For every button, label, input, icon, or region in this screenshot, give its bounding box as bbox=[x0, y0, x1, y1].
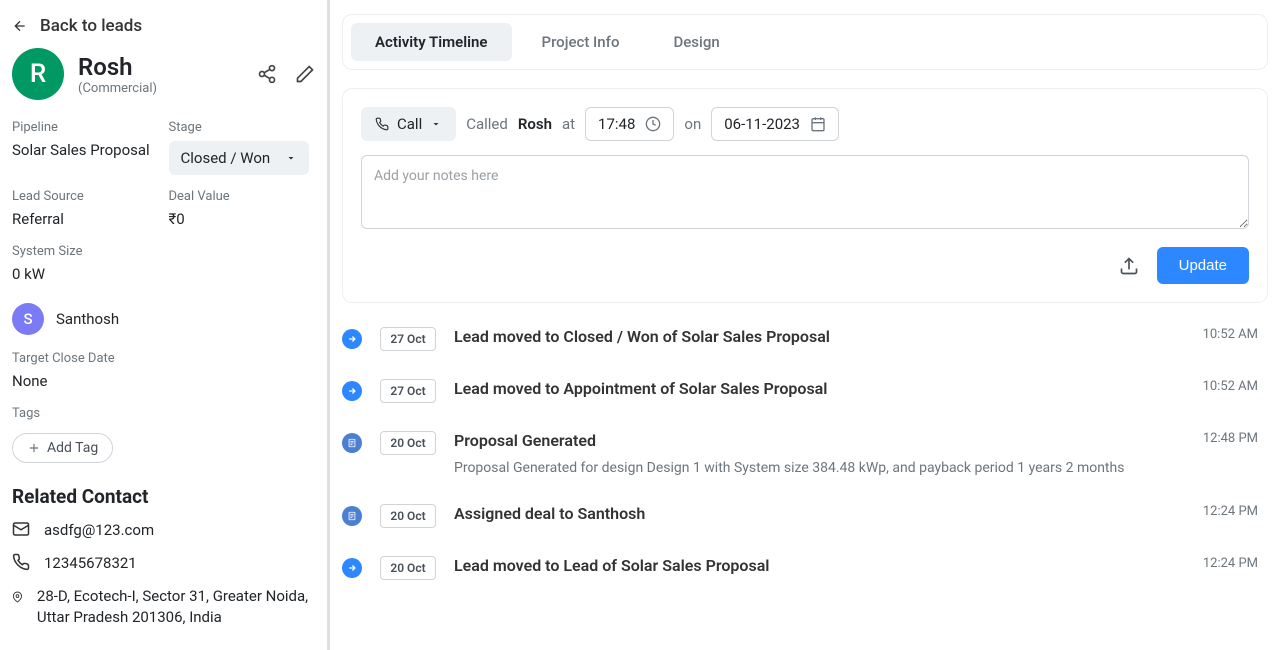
called-who: Rosh bbox=[518, 115, 552, 133]
timeline-time: 12:24 PM bbox=[1203, 504, 1258, 519]
owner-avatar: S bbox=[12, 303, 44, 335]
tab-activity-timeline[interactable]: Activity Timeline bbox=[351, 23, 512, 61]
pipeline-value: Solar Sales Proposal bbox=[12, 141, 159, 159]
share-button[interactable] bbox=[257, 64, 277, 84]
on-label: on bbox=[684, 115, 701, 133]
target-close-value: None bbox=[12, 372, 315, 390]
tab-design[interactable]: Design bbox=[649, 23, 743, 61]
tags-label: Tags bbox=[12, 406, 315, 421]
timeline-time: 10:52 AM bbox=[1203, 327, 1258, 342]
document-icon bbox=[342, 506, 362, 526]
stage-value: Closed / Won bbox=[181, 149, 271, 167]
lead-header: R Rosh (Commercial) bbox=[12, 48, 157, 100]
add-tag-button[interactable]: Add Tag bbox=[12, 433, 113, 463]
mail-icon bbox=[12, 520, 30, 538]
lead-name: Rosh bbox=[78, 53, 157, 81]
tab-project-info[interactable]: Project Info bbox=[518, 23, 644, 61]
activity-composer: Call Called Rosh at 17:48 on 06-11-2023 … bbox=[342, 88, 1268, 303]
timeline-item: 20 Oct Assigned deal to Santhosh 12:24 P… bbox=[342, 490, 1268, 542]
notes-textarea[interactable] bbox=[361, 155, 1249, 229]
system-size-value: 0 kW bbox=[12, 265, 315, 283]
activity-type-value: Call bbox=[397, 115, 422, 133]
map-pin-icon bbox=[12, 588, 23, 606]
lead-avatar: R bbox=[12, 48, 64, 100]
tabs: Activity Timeline Project Info Design bbox=[342, 14, 1268, 70]
timeline-date: 20 Oct bbox=[380, 431, 436, 455]
timeline-date: 20 Oct bbox=[380, 504, 436, 528]
edit-button[interactable] bbox=[295, 64, 315, 84]
upload-button[interactable] bbox=[1119, 256, 1139, 276]
stage-label: Stage bbox=[169, 120, 316, 135]
timeline-item: 20 Oct Proposal Generated Proposal Gener… bbox=[342, 417, 1268, 490]
calendar-icon bbox=[810, 116, 826, 132]
timeline-item: 27 Oct Lead moved to Appointment of Sola… bbox=[342, 365, 1268, 417]
pencil-icon bbox=[295, 64, 315, 84]
time-input[interactable]: 17:48 bbox=[585, 107, 674, 141]
activity-type-select[interactable]: Call bbox=[361, 107, 456, 141]
timeline-title: Lead moved to Appointment of Solar Sales… bbox=[454, 379, 1185, 398]
arrow-right-icon bbox=[342, 558, 362, 578]
timeline-title: Proposal Generated bbox=[454, 431, 1185, 450]
timeline-title: Assigned deal to Santhosh bbox=[454, 504, 1185, 523]
phone-icon bbox=[12, 553, 30, 571]
share-icon bbox=[257, 64, 277, 84]
back-to-leads[interactable]: Back to leads bbox=[12, 16, 315, 36]
document-icon bbox=[342, 433, 362, 453]
target-close-label: Target Close Date bbox=[12, 351, 315, 366]
timeline-subtitle: Proposal Generated for design Design 1 w… bbox=[454, 460, 1185, 476]
timeline-title: Lead moved to Closed / Won of Solar Sale… bbox=[454, 327, 1185, 346]
timeline-item: 27 Oct Lead moved to Closed / Won of Sol… bbox=[342, 313, 1268, 365]
date-value: 06-11-2023 bbox=[724, 115, 800, 133]
related-contact-heading: Related Contact bbox=[12, 485, 315, 508]
chevron-down-icon bbox=[285, 152, 297, 164]
update-button[interactable]: Update bbox=[1157, 247, 1249, 284]
deal-value: ₹0 bbox=[169, 210, 316, 228]
phone-icon bbox=[375, 117, 389, 131]
pipeline-label: Pipeline bbox=[12, 120, 159, 135]
timeline-title: Lead moved to Lead of Solar Sales Propos… bbox=[454, 556, 1185, 575]
clock-icon bbox=[645, 116, 661, 132]
main-content: Activity Timeline Project Info Design Ca… bbox=[330, 0, 1280, 650]
lead-source-label: Lead Source bbox=[12, 189, 159, 204]
upload-icon bbox=[1119, 256, 1139, 276]
contact-phone-row[interactable]: 12345678321 bbox=[12, 553, 315, 574]
owner-name: Santhosh bbox=[56, 310, 119, 328]
timeline-time: 12:24 PM bbox=[1203, 556, 1258, 571]
timeline-time: 12:48 PM bbox=[1203, 431, 1258, 446]
contact-email: asdfg@123.com bbox=[44, 520, 154, 541]
contact-email-row[interactable]: asdfg@123.com bbox=[12, 520, 315, 541]
stage-select[interactable]: Closed / Won bbox=[169, 141, 309, 175]
time-value: 17:48 bbox=[598, 115, 635, 133]
arrow-right-icon bbox=[342, 381, 362, 401]
contact-phone: 12345678321 bbox=[44, 553, 137, 574]
lead-sidebar: Back to leads R Rosh (Commercial) Pipeli… bbox=[0, 0, 330, 650]
at-label: at bbox=[562, 115, 575, 133]
arrow-left-icon bbox=[12, 18, 28, 34]
arrow-right-icon bbox=[342, 329, 362, 349]
back-label: Back to leads bbox=[40, 16, 142, 36]
timeline: 27 Oct Lead moved to Closed / Won of Sol… bbox=[342, 313, 1268, 594]
system-size-label: System Size bbox=[12, 244, 315, 259]
timeline-date: 27 Oct bbox=[380, 327, 436, 351]
timeline-time: 10:52 AM bbox=[1203, 379, 1258, 394]
called-label: Called bbox=[466, 115, 508, 133]
timeline-date: 27 Oct bbox=[380, 379, 436, 403]
contact-address: 28-D, Ecotech-I, Sector 31, Greater Noid… bbox=[37, 586, 315, 628]
add-tag-label: Add Tag bbox=[47, 440, 98, 456]
contact-address-row: 28-D, Ecotech-I, Sector 31, Greater Noid… bbox=[12, 586, 315, 628]
deal-value-label: Deal Value bbox=[169, 189, 316, 204]
plus-icon bbox=[27, 441, 41, 455]
chevron-down-icon bbox=[430, 118, 442, 130]
owner-row[interactable]: S Santhosh bbox=[12, 303, 315, 335]
lead-source-value: Referral bbox=[12, 210, 159, 228]
timeline-date: 20 Oct bbox=[380, 556, 436, 580]
timeline-item: 20 Oct Lead moved to Lead of Solar Sales… bbox=[342, 542, 1268, 594]
lead-type: (Commercial) bbox=[78, 81, 157, 96]
date-input[interactable]: 06-11-2023 bbox=[711, 107, 839, 141]
